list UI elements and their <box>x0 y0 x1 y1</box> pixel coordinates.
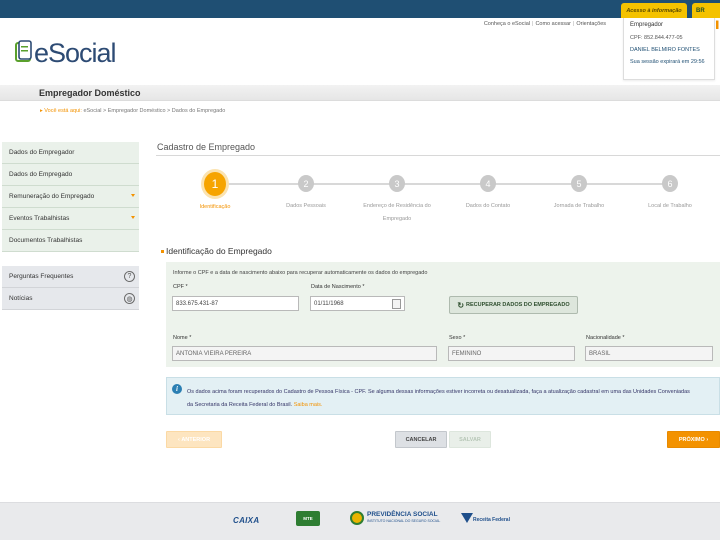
br-tab[interactable]: BR <box>692 3 720 18</box>
sidebar-item-label: Dados do Empregado <box>9 171 73 178</box>
subsection-title: Identificação do Empregado <box>161 246 272 256</box>
birth-date-input[interactable]: 01/11/1968 <box>310 296 405 311</box>
edge-marker: ▌ <box>716 22 720 29</box>
calendar-icon[interactable] <box>392 299 401 309</box>
next-label: PRÓXIMO <box>678 436 705 443</box>
step-number: 6 <box>662 175 678 192</box>
caixa-logo[interactable]: CAIXA <box>233 516 259 525</box>
step-number: 2 <box>298 175 314 192</box>
step-label: Endereço de Residência do Empregado <box>363 203 431 222</box>
sidebar-item-noticias[interactable]: Notícias ◍ <box>2 288 139 310</box>
refresh-icon: ↻ <box>457 300 465 310</box>
caret-down-icon <box>131 216 135 219</box>
sidebar-item-label: Remuneração do Empregado <box>9 193 95 200</box>
name-field[interactable]: ANTONIA VIEIRA PEREIRA <box>172 346 437 361</box>
cpf-input[interactable]: 833.675.431-87 <box>172 296 299 311</box>
brand-name: eSocial <box>34 38 117 68</box>
step-number: 5 <box>571 175 587 192</box>
question-icon: ? <box>124 271 135 282</box>
step-number: 4 <box>480 175 496 192</box>
form-hint: Informe o CPF e a data de nascimento aba… <box>173 270 428 276</box>
sidebar: Dados do Empregador Dados do Empregado R… <box>2 142 139 310</box>
sidebar-item-label: Documentos Trabalhistas <box>9 237 83 244</box>
access-info-tab[interactable]: Acesso à informação <box>621 3 687 18</box>
esocial-logo-icon <box>15 40 32 62</box>
birth-date-label: Data de Nascimento * <box>311 284 365 290</box>
chevron-right-icon: › <box>704 436 709 443</box>
breadcrumb-prefix: Você está aqui: <box>44 108 82 114</box>
sidebar-item-label: Dados do Empregador <box>9 149 75 156</box>
sidebar-item-eventos[interactable]: Eventos Trabalhistas <box>2 208 139 230</box>
globe-icon: ◍ <box>124 293 135 304</box>
step-label: Dados Pessoais <box>286 203 326 209</box>
step-local[interactable]: 6 Local de Trabalho <box>625 170 715 213</box>
previdencia-logo[interactable]: PREVIDÊNCIA SOCIAL <box>367 511 438 518</box>
caret-down-icon <box>131 194 135 197</box>
footer: CAIXA MTE PREVIDÊNCIA SOCIAL INSTITUTO N… <box>0 502 720 540</box>
sidebar-item-dados-empregador[interactable]: Dados do Empregador <box>2 142 139 164</box>
sidebar-item-dados-empregado[interactable]: Dados do Empregado <box>2 164 139 186</box>
info-icon: i <box>172 384 182 394</box>
top-link-conheca[interactable]: Conheça o eSocial <box>482 21 532 27</box>
recover-data-label: RECUPERAR DADOS DO EMPREGADO <box>466 302 570 308</box>
step-dados-pessoais[interactable]: 2 Dados Pessoais <box>261 170 351 213</box>
breadcrumb: ▸ Você está aqui: eSocial > Empregador D… <box>40 108 225 114</box>
sidebar-item-label: Eventos Trabalhistas <box>9 215 70 222</box>
nationality-field[interactable]: BRASIL <box>585 346 713 361</box>
user-profile: Empregador <box>630 22 664 28</box>
cancel-button[interactable]: CANCELAR <box>395 431 447 448</box>
nationality-label: Nacionalidade * <box>586 335 625 341</box>
top-strip <box>0 0 720 18</box>
step-label: Jornada de Trabalho <box>553 203 605 209</box>
wizard-steps: 1 Identificação 2 Dados Pessoais 3 Ender… <box>157 170 717 230</box>
identification-form: Informe o CPF e a data de nascimento aba… <box>166 262 720 367</box>
sidebar-item-remuneracao[interactable]: Remuneração do Empregado <box>2 186 139 208</box>
step-label: Dados do Contato <box>465 203 511 209</box>
mte-logo[interactable]: MTE <box>296 511 320 526</box>
sidebar-item-label: Perguntas Frequentes <box>9 273 74 280</box>
sex-label: Sexo * <box>449 335 466 341</box>
previdencia-subtitle: INSTITUTO NACIONAL DO SEGURO SOCIAL <box>367 519 441 523</box>
birth-date-value: 01/11/1968 <box>314 300 344 307</box>
cpf-label: CPF * <box>173 284 188 290</box>
receita-logo-icon <box>461 513 473 523</box>
step-label: Local de Trabalho <box>648 203 692 209</box>
name-label: Nome * <box>173 335 192 341</box>
step-contato[interactable]: 4 Dados do Contato <box>443 170 533 213</box>
top-link-como-acessar[interactable]: Como acessar <box>533 21 572 27</box>
receita-logo[interactable]: Receita Federal <box>473 517 510 523</box>
learn-more-link[interactable]: Saiba mais. <box>294 402 323 408</box>
top-link-orientacoes[interactable]: Orientações <box>574 21 608 27</box>
step-number: 3 <box>389 175 405 192</box>
recover-data-button[interactable]: ↻ RECUPERAR DADOS DO EMPREGADO <box>449 296 578 314</box>
sidebar-item-faq[interactable]: Perguntas Frequentes? <box>2 266 139 288</box>
step-identificacao[interactable]: 1 Identificação <box>170 170 260 214</box>
info-message: i Os dados acima foram recuperados do Ca… <box>166 377 720 415</box>
step-endereco[interactable]: 3 Endereço de Residência do Empregado <box>352 170 442 226</box>
esocial-logo[interactable]: eSocial <box>14 36 117 74</box>
sidebar-item-documentos[interactable]: Documentos Trabalhistas <box>2 230 139 252</box>
save-button[interactable]: SALVAR <box>449 431 491 448</box>
section-title: Cadastro de Empregado <box>157 142 256 152</box>
step-label: Identificação <box>199 204 231 210</box>
previous-label: ANTERIOR <box>181 436 211 443</box>
step-number: 1 <box>204 172 226 196</box>
section-divider <box>156 155 720 156</box>
user-cpf: CPF: 852.844.477-05 <box>630 35 683 41</box>
user-panel: Empregador CPF: 852.844.477-05 DANIEL BE… <box>623 18 715 80</box>
next-button[interactable]: PRÓXIMO › <box>667 431 720 448</box>
breadcrumb-path[interactable]: eSocial > Empregador Doméstico > Dados d… <box>83 108 225 114</box>
step-jornada[interactable]: 5 Jornada de Trabalho <box>534 170 624 213</box>
sidebar-item-label: Notícias <box>9 295 33 302</box>
user-name: DANIEL BELMIRO FONTES <box>630 47 700 53</box>
info-text-block: Os dados acima foram recuperados do Cada… <box>187 386 697 412</box>
page-title: Empregador Doméstico <box>39 88 141 98</box>
previous-button[interactable]: ‹ ANTERIOR <box>166 431 222 448</box>
sex-field[interactable]: FEMININO <box>448 346 575 361</box>
previdencia-logo-icon <box>350 511 364 525</box>
session-timer: Sua sessão expirará em 29:56 <box>630 59 705 65</box>
info-text: Os dados acima foram recuperados do Cada… <box>187 389 690 408</box>
title-bar: Empregador Doméstico <box>0 85 720 101</box>
top-links: Conheça o eSocial | Como acessar | Orientaçõ… <box>482 21 608 27</box>
